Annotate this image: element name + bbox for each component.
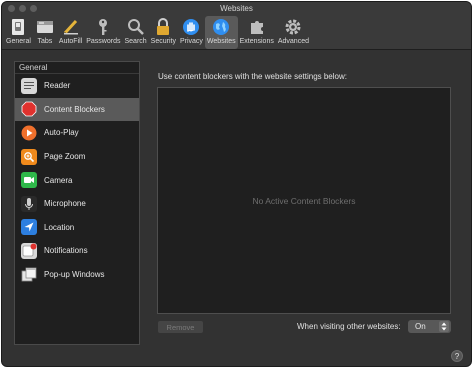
- tabs-icon: [35, 17, 55, 37]
- sidebar-item-camera[interactable]: Camera: [15, 168, 139, 192]
- toolbar-search-label: Search: [124, 38, 147, 45]
- toolbar-security-label: Security: [150, 38, 176, 45]
- sidebar-item-label: Auto-Play: [44, 128, 79, 138]
- toolbar-passwords-label: Passwords: [86, 38, 121, 45]
- other-websites-select[interactable]: On: [408, 320, 451, 333]
- toolbar-security[interactable]: Security: [149, 16, 178, 49]
- toolbar-websites[interactable]: Websites: [204, 16, 238, 49]
- toolbar-privacy-label: Privacy: [179, 38, 203, 45]
- camera-icon: [21, 172, 37, 189]
- autofill-pencil-icon: [61, 17, 81, 37]
- website-settings-sidebar: General Reader Content Blockers Auto-Pla…: [14, 61, 140, 345]
- toolbar-autofill[interactable]: AutoFill: [57, 16, 84, 49]
- microphone-icon: [21, 195, 37, 212]
- toolbar-advanced-label: Advanced: [277, 38, 309, 45]
- sidebar-item-label: Microphone: [44, 199, 86, 209]
- remove-button[interactable]: Remove: [158, 321, 203, 333]
- help-button[interactable]: ?: [451, 350, 463, 362]
- sidebar-item-label: Page Zoom: [44, 152, 86, 162]
- sidebar-item-label: Pop-up Windows: [44, 270, 105, 280]
- empty-list-message: No Active Content Blockers: [252, 195, 356, 206]
- zoom-window-button[interactable]: [30, 5, 37, 12]
- sidebar-item-page-zoom[interactable]: Page Zoom: [15, 145, 139, 169]
- toolbar-passwords[interactable]: Passwords: [84, 16, 122, 49]
- chevron-up-down-icon: [439, 321, 449, 332]
- window-controls: [8, 5, 37, 12]
- content-blockers-list[interactable]: No Active Content Blockers: [157, 87, 451, 314]
- toolbar-general[interactable]: General: [4, 16, 33, 49]
- other-websites-label: When visiting other websites:: [297, 322, 401, 331]
- general-switch-icon: [8, 17, 28, 37]
- preferences-toolbar: General Tabs AutoFill Passwords Search S…: [2, 16, 471, 50]
- sidebar-item-label: Content Blockers: [44, 104, 105, 114]
- sidebar-header: General: [15, 62, 139, 74]
- preferences-window: Websites General Tabs AutoFill Passwords: [1, 1, 472, 367]
- toolbar-search[interactable]: Search: [122, 16, 148, 49]
- gear-icon: [283, 17, 303, 37]
- toolbar-advanced[interactable]: Advanced: [276, 16, 311, 49]
- minimize-window-button[interactable]: [19, 5, 26, 12]
- sidebar-item-label: Camera: [44, 175, 73, 185]
- stop-sign-icon: [21, 101, 37, 117]
- sidebar-item-notifications[interactable]: Notifications: [15, 239, 139, 263]
- sidebar-item-reader[interactable]: Reader: [15, 74, 139, 98]
- toolbar-tabs[interactable]: Tabs: [33, 16, 57, 49]
- sidebar-item-content-blockers[interactable]: Content Blockers: [15, 97, 139, 122]
- magnifier-icon: [126, 17, 146, 37]
- toolbar-extensions-label: Extensions: [239, 38, 274, 45]
- toolbar-tabs-label: Tabs: [37, 38, 53, 45]
- close-window-button[interactable]: [8, 5, 15, 12]
- lock-icon: [153, 17, 173, 37]
- key-icon: [93, 17, 113, 37]
- sidebar-item-microphone[interactable]: Microphone: [15, 192, 139, 216]
- sidebar-item-location[interactable]: Location: [15, 216, 139, 240]
- toolbar-general-label: General: [6, 38, 31, 45]
- reader-icon: [21, 77, 37, 94]
- title-bar: Websites: [2, 2, 471, 16]
- toolbar-privacy[interactable]: Privacy: [178, 16, 205, 49]
- sidebar-item-label: Notifications: [44, 246, 88, 256]
- sidebar-item-label: Reader: [44, 81, 71, 91]
- content-blockers-heading: Use content blockers with the website se…: [158, 72, 347, 81]
- window-title: Websites: [220, 4, 253, 13]
- toolbar-autofill-label: AutoFill: [58, 38, 83, 45]
- puzzle-icon: [247, 17, 267, 37]
- play-icon: [21, 125, 37, 141]
- sidebar-item-popup-windows[interactable]: Pop-up Windows: [15, 263, 139, 287]
- sidebar-item-label: Location: [44, 222, 75, 232]
- zoom-icon: [21, 148, 37, 165]
- other-websites-value: On: [415, 322, 426, 331]
- popup-windows-icon: [21, 267, 37, 283]
- toolbar-websites-label: Websites: [206, 38, 236, 45]
- toolbar-extensions[interactable]: Extensions: [238, 16, 276, 49]
- sidebar-item-auto-play[interactable]: Auto-Play: [15, 121, 139, 145]
- hand-icon: [181, 17, 201, 37]
- globe-icon: [211, 17, 231, 37]
- notifications-icon: [21, 242, 37, 259]
- location-arrow-icon: [21, 219, 37, 236]
